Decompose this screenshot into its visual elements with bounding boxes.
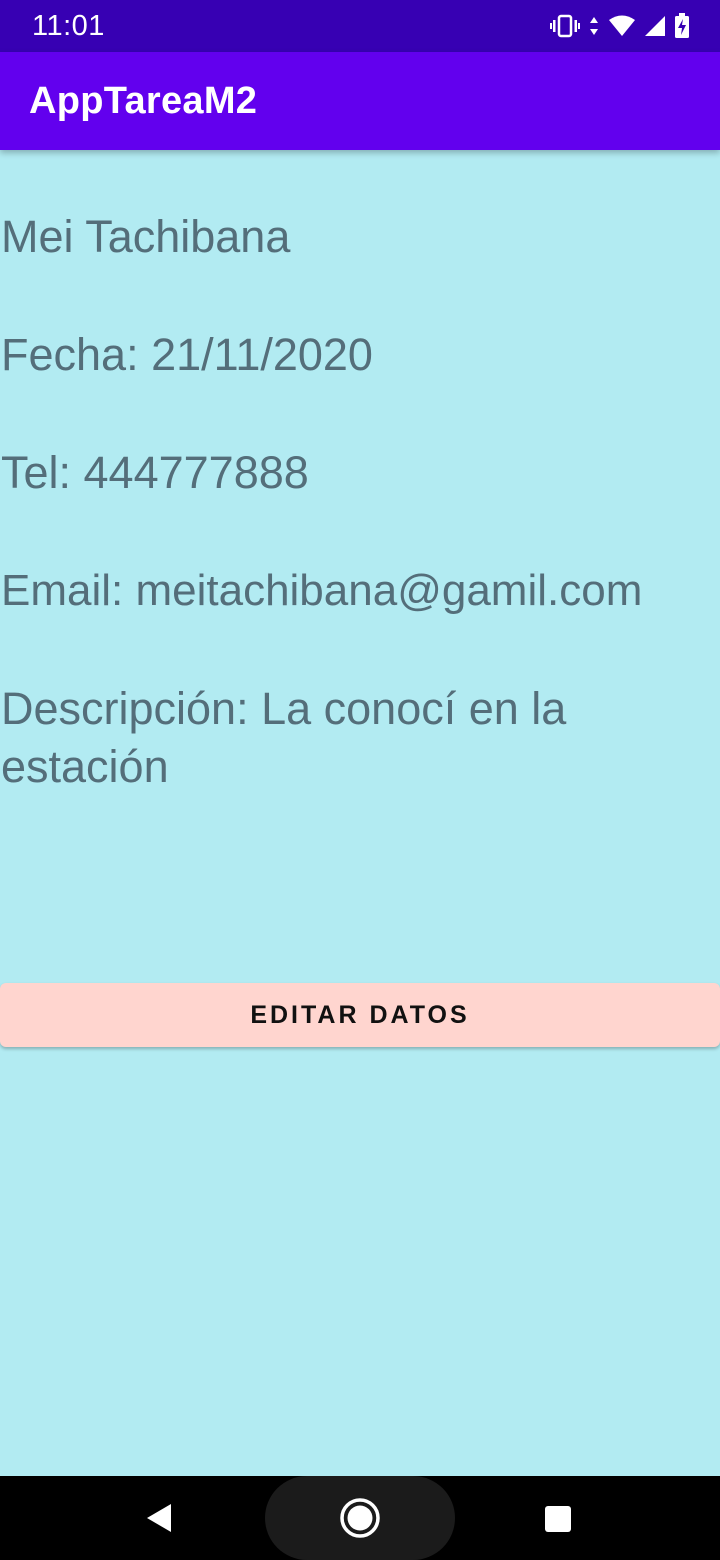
status-bar: 11:01 [0, 0, 720, 52]
contact-description: Descripción: La conocí en la estación [1, 683, 567, 792]
battery-charging-icon [674, 13, 690, 39]
contact-phone: Tel: 444777888 [1, 447, 309, 498]
status-time: 11:01 [32, 10, 105, 42]
signal-icon [644, 14, 666, 38]
contact-name: Mei Tachibana [1, 211, 291, 262]
home-icon[interactable] [338, 1496, 382, 1545]
contact-email: Email: meitachibana@gamil.com [1, 566, 643, 615]
recents-icon[interactable] [544, 1505, 572, 1538]
vibrate-icon [550, 14, 580, 38]
data-arrows-icon [588, 14, 600, 38]
edit-data-button[interactable]: EDITAR DATOS [0, 983, 720, 1047]
app-bar: AppTareaM2 [0, 52, 720, 150]
navigation-bar [0, 1476, 720, 1560]
status-icons [550, 12, 690, 40]
contact-details: Mei Tachibana Fecha: 21/11/2020 Tel: 444… [0, 150, 720, 1476]
app-title: AppTareaM2 [29, 80, 258, 122]
wifi-icon [608, 14, 636, 38]
back-icon[interactable] [144, 1502, 174, 1539]
contact-date: Fecha: 21/11/2020 [1, 329, 373, 380]
